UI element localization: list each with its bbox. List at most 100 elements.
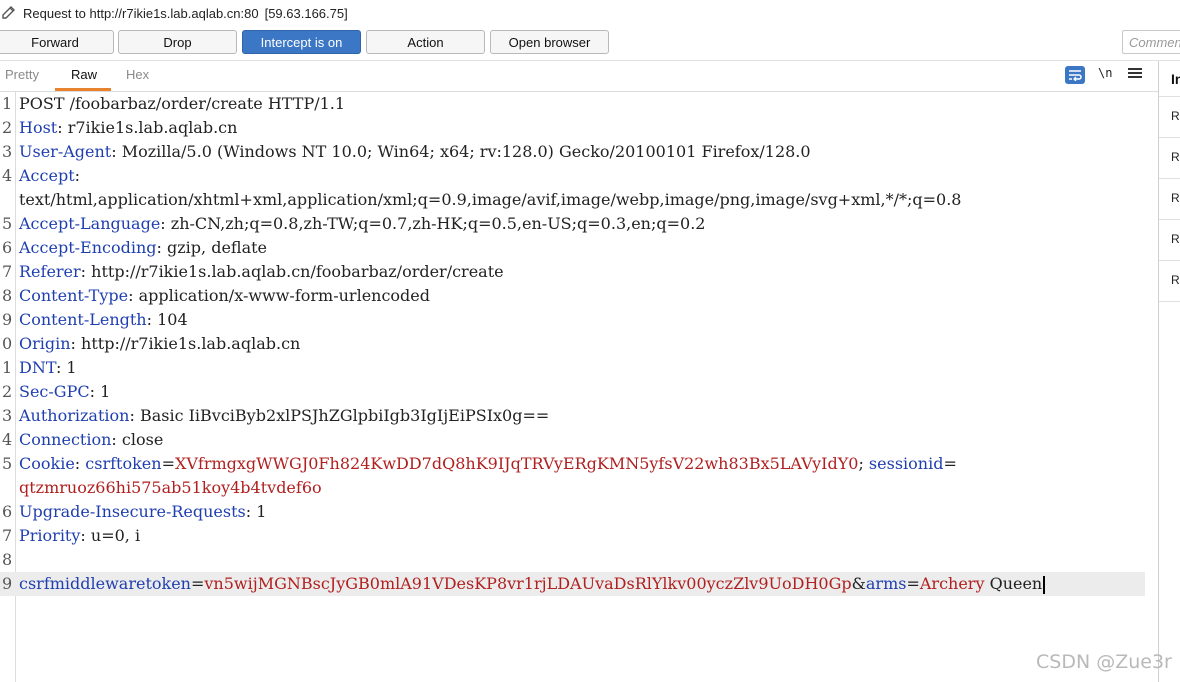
line-content: Sec-GPC: 1 <box>19 380 110 404</box>
wrap-lines-icon[interactable] <box>1065 66 1085 84</box>
intercept-toolbar: Forward Drop Intercept is on Action Open… <box>0 30 1180 54</box>
line-content: DNT: 1 <box>19 356 77 380</box>
inspector-section-1[interactable]: Re <box>1171 109 1180 123</box>
cookie-name: sessionid <box>868 454 944 473</box>
header-name: User-Agent <box>19 142 112 161</box>
line-number: 3 <box>2 142 13 161</box>
header-name: Host <box>19 118 58 137</box>
tab-hex[interactable]: Hex <box>126 67 149 82</box>
code-line: 3 Authorization: Basic IiBvciByb2xlPSJhZG… <box>0 404 1158 428</box>
inspector-divider <box>1159 96 1180 97</box>
inspector-divider <box>1159 219 1180 220</box>
code-line: 4 Connection: close <box>0 428 1158 452</box>
open-browser-button[interactable]: Open browser <box>490 30 609 54</box>
cookie-value: qtzmruoz66hi575ab51koy4b4tvdef6o <box>19 478 322 497</box>
header-name: Referer <box>19 262 81 281</box>
forward-button[interactable]: Forward <box>0 30 114 54</box>
code-line: 9 Content-Length: 104 <box>0 308 1158 332</box>
tab-pretty[interactable]: Pretty <box>5 67 39 82</box>
body-equals: = <box>906 574 920 593</box>
header-name: Content-Length <box>19 310 147 329</box>
code-line: 2 Sec-GPC: 1 <box>0 380 1158 404</box>
action-button[interactable]: Action <box>366 30 485 54</box>
body-param-value-tail: Queen <box>984 574 1043 593</box>
inspector-section-3[interactable]: Re <box>1171 191 1180 205</box>
line-content: Accept-Language: zh-CN,zh;q=0.8,zh-TW;q=… <box>19 212 705 236</box>
line-number: 6 <box>2 238 13 257</box>
inspector-divider <box>1159 178 1180 179</box>
line-content: csrfmiddlewaretoken=vn5wijMGNBscJyGB0mlA… <box>19 572 1046 596</box>
code-line: 5 Cookie: csrftoken=XVfrmgxgWWGJ0Fh824KwD… <box>0 452 1158 476</box>
pencil-icon[interactable] <box>0 4 18 22</box>
inspector-section-4[interactable]: Re <box>1171 232 1180 246</box>
body-param-value: Archery <box>919 574 985 593</box>
code-line: 7 Priority: u=0, i <box>0 524 1158 548</box>
header-separator: : <box>146 310 158 329</box>
line-content: Content-Length: 104 <box>19 308 188 332</box>
code-line: 6 Accept-Encoding: gzip, deflate <box>0 236 1158 260</box>
line-content: User-Agent: Mozilla/5.0 (Windows NT 10.0… <box>19 140 811 164</box>
line-number: 9 <box>2 310 13 329</box>
show-newlines-toggle[interactable]: \n <box>1098 66 1112 80</box>
line-content: Referer: http://r7ikie1s.lab.aqlab.cn/fo… <box>19 260 504 284</box>
line-number: 9 <box>2 574 13 593</box>
request-ip: [59.63.166.75] <box>264 6 348 21</box>
code-line: 1 POST /foobarbaz/order/create HTTP/1.1 <box>0 92 1158 116</box>
header-value: 104 <box>157 310 188 329</box>
comment-field[interactable]: Comment <box>1122 30 1180 54</box>
header-name: Accept-Language <box>19 214 161 233</box>
body-ampersand: & <box>851 574 866 593</box>
line-content: Upgrade-Insecure-Requests: 1 <box>19 500 266 524</box>
line-content: Content-Type: application/x-www-form-url… <box>19 284 430 308</box>
code-line: 1 DNT: 1 <box>0 356 1158 380</box>
header-value: http://r7ikie1s.lab.aqlab.cn <box>81 334 301 353</box>
header-separator: : <box>55 358 67 377</box>
inspector-section-2[interactable]: Re <box>1171 150 1180 164</box>
line-content: Accept: <box>19 164 80 188</box>
line-number: 8 <box>2 286 13 305</box>
inspector-divider <box>1159 137 1180 138</box>
header-value: zh-CN,zh;q=0.8,zh-TW;q=0.7,zh-HK;q=0.5,e… <box>170 214 706 233</box>
line-content: qtzmruoz66hi575ab51koy4b4tvdef6o <box>19 476 322 500</box>
line-number: 8 <box>2 550 13 569</box>
header-value: 1 <box>100 382 111 401</box>
drop-button[interactable]: Drop <box>118 30 237 54</box>
code-line: 4 Accept: <box>0 164 1158 188</box>
code-line: 0 Origin: http://r7ikie1s.lab.aqlab.cn <box>0 332 1158 356</box>
line-number: 4 <box>2 166 13 185</box>
header-name: Cookie <box>19 454 75 473</box>
inspector-title: In <box>1171 71 1180 87</box>
code-line: 7 Referer: http://r7ikie1s.lab.aqlab.cn/f… <box>0 260 1158 284</box>
cookie-name: csrftoken <box>85 454 162 473</box>
inspector-section-5[interactable]: Re <box>1171 273 1180 287</box>
header-separator: : <box>111 430 122 449</box>
code-line: 6 Upgrade-Insecure-Requests: 1 <box>0 500 1158 524</box>
raw-request-editor[interactable]: 1 POST /foobarbaz/order/create HTTP/1.1 2 H… <box>0 92 1158 682</box>
header-name: Accept-Encoding <box>19 238 157 257</box>
request-target-text: Request to http://r7ikie1s.lab.aqlab.cn:… <box>23 6 348 21</box>
header-separator: : <box>89 382 101 401</box>
line-number: 2 <box>2 382 13 401</box>
header-name: Authorization <box>19 406 130 425</box>
active-tab-indicator <box>55 88 111 91</box>
header-separator: : <box>57 118 68 137</box>
hamburger-menu-icon[interactable] <box>1128 66 1142 80</box>
header-separator: : <box>129 406 140 425</box>
header-name: Sec-GPC <box>19 382 90 401</box>
line-number: 5 <box>2 214 13 233</box>
tab-raw[interactable]: Raw <box>71 67 97 82</box>
header-separator: : <box>80 262 92 281</box>
line-number: 5 <box>2 454 13 473</box>
line-content: Priority: u=0, i <box>19 524 140 548</box>
code-line: 2 Host: r7ikie1s.lab.aqlab.cn <box>0 116 1158 140</box>
intercept-toggle-button[interactable]: Intercept is on <box>242 30 361 54</box>
request-line: POST /foobarbaz/order/create HTTP/1.1 <box>19 94 346 113</box>
header-separator: : <box>74 454 86 473</box>
line-content: Cookie: csrftoken=XVfrmgxgWWGJ0Fh824KwDD… <box>19 452 957 476</box>
header-separator: : <box>160 214 171 233</box>
line-number: 6 <box>2 502 13 521</box>
header-value: Basic IiBvciByb2xlPSJhZGlpbiIgb3IgIjEiPS… <box>139 406 550 425</box>
inspector-divider <box>1159 260 1180 261</box>
header-value: u=0, i <box>90 526 141 545</box>
line-content: Origin: http://r7ikie1s.lab.aqlab.cn <box>19 332 300 356</box>
